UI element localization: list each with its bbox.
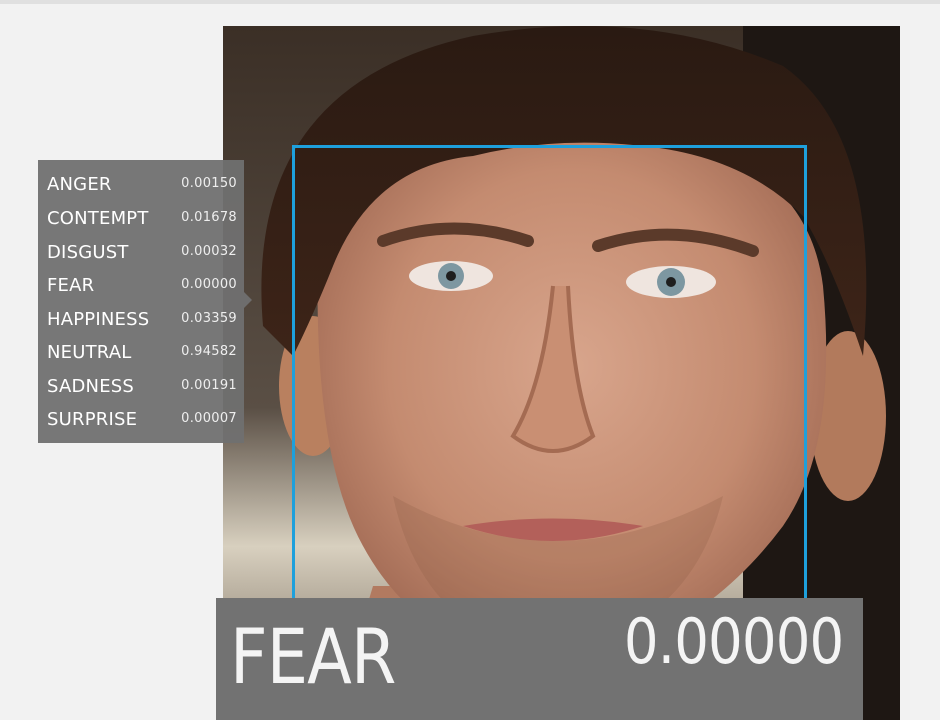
score-value: 0.00000 (181, 277, 237, 292)
emotion-scores-panel: ANGER 0.00150 CONTEMPT 0.01678 DISGUST 0… (38, 160, 252, 443)
score-label: FEAR (47, 275, 95, 296)
score-row-happiness: HAPPINESS 0.03359 (38, 305, 244, 335)
score-row-disgust: DISGUST 0.00032 (38, 238, 244, 268)
score-value: 0.94582 (181, 344, 237, 359)
score-value: 0.03359 (181, 311, 237, 326)
score-row-contempt: CONTEMPT 0.01678 (38, 204, 244, 234)
score-value: 0.00007 (181, 411, 237, 426)
score-row-fear: FEAR 0.00000 (38, 271, 244, 301)
score-value: 0.00032 (181, 244, 237, 259)
score-row-sadness: SADNESS 0.00191 (38, 372, 244, 402)
score-value: 0.01678 (181, 210, 237, 225)
score-row-anger: ANGER 0.00150 (38, 170, 244, 200)
score-value: 0.00191 (181, 378, 237, 393)
score-label: ANGER (47, 174, 112, 195)
result-emotion-value: 0.00000 (623, 605, 844, 678)
score-label: SADNESS (47, 376, 135, 397)
score-row-neutral: NEUTRAL 0.94582 (38, 338, 244, 368)
score-label: NEUTRAL (47, 342, 132, 363)
result-emotion-label: FEAR (230, 612, 396, 701)
score-label: HAPPINESS (47, 309, 150, 330)
score-label: SURPRISE (47, 409, 138, 430)
score-value: 0.00150 (181, 176, 237, 191)
score-label: CONTEMPT (47, 208, 149, 229)
score-label: DISGUST (47, 242, 129, 263)
face-detection-box (292, 145, 807, 620)
emotion-result-banner: FEAR 0.00000 (216, 598, 863, 720)
score-row-surprise: SURPRISE 0.00007 (38, 405, 244, 435)
top-divider (0, 0, 940, 4)
